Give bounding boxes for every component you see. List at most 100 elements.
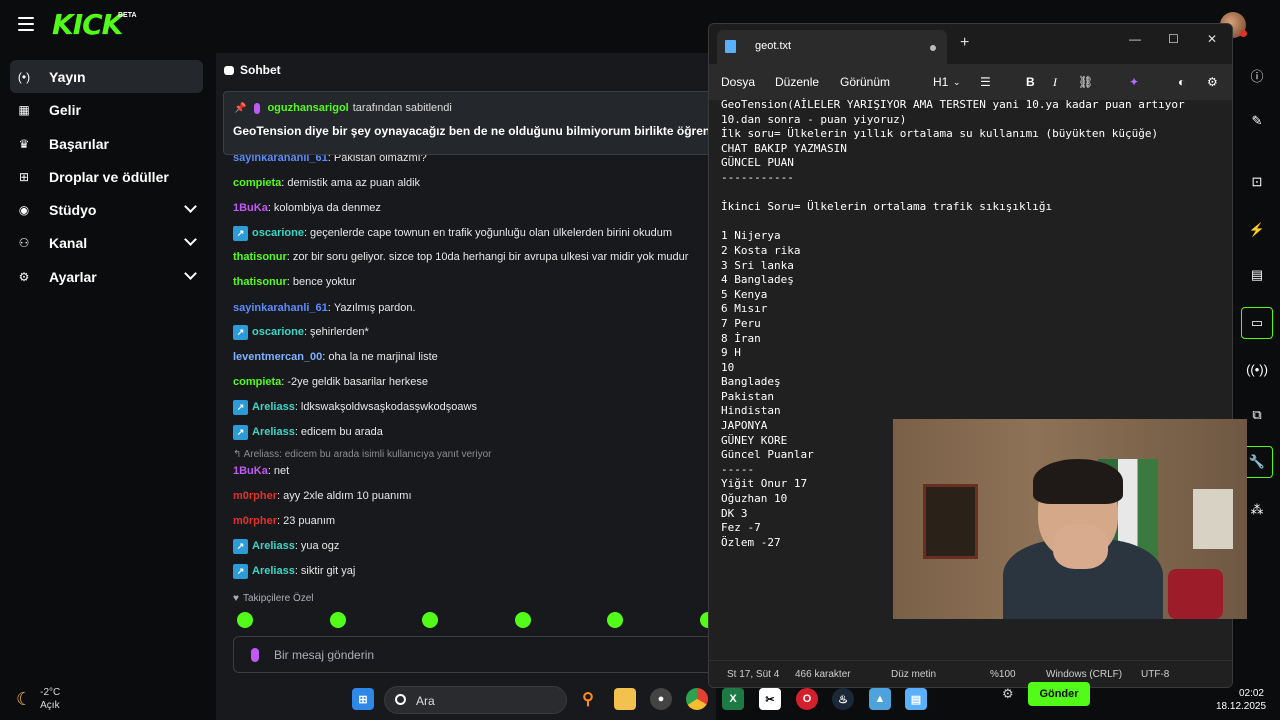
chat-username[interactable]: Areliass bbox=[252, 540, 295, 552]
notepad-taskbar-icon[interactable]: ▤ bbox=[905, 688, 927, 710]
steam-icon[interactable]: ♨ bbox=[832, 688, 854, 710]
chat-username[interactable]: 1BuKa bbox=[233, 202, 268, 214]
send-button[interactable]: Gönder bbox=[1028, 682, 1090, 706]
weather-widget[interactable]: ☾ -2°C Açık bbox=[16, 686, 60, 712]
screenshot-icon[interactable]: ⊡ bbox=[1241, 166, 1273, 198]
edit-icon[interactable]: ✎ bbox=[1241, 105, 1273, 137]
gear-icon[interactable]: ⚙ bbox=[1002, 686, 1014, 702]
chat-username[interactable]: sayinkarahanli_61 bbox=[233, 302, 328, 314]
chat-message[interactable]: ↗ oscarione: şehirlerden* bbox=[233, 324, 369, 340]
chat-message[interactable]: thatisonur: zor bir soru geliyor. sizce t… bbox=[233, 249, 688, 265]
minimize-button[interactable]: — bbox=[1129, 32, 1141, 46]
chat-message[interactable]: compieta: -2ye geldik basarilar herkese bbox=[233, 374, 428, 390]
menu-duzenle[interactable]: Düzenle bbox=[775, 75, 819, 89]
bold-icon[interactable]: B bbox=[1026, 75, 1035, 89]
sidebar-item-yayin[interactable]: (•) Yayın bbox=[10, 60, 203, 93]
sidebar-item-studyo[interactable]: ◉ Stüdyo bbox=[10, 193, 203, 226]
subscriber-badge-icon[interactable]: ↗ bbox=[233, 424, 248, 440]
sidebar-item-gelir[interactable]: ▦ Gelir bbox=[10, 93, 203, 126]
chat-username[interactable]: thatisonur bbox=[233, 276, 287, 288]
magnifier-app-icon[interactable]: ⚲ bbox=[577, 688, 599, 710]
info-icon[interactable]: ⓘ bbox=[1241, 59, 1273, 91]
menu-gorunum[interactable]: Görünüm bbox=[840, 75, 890, 89]
taskbar-search[interactable]: Ara bbox=[384, 686, 567, 714]
windows-start-icon[interactable]: ⊞ bbox=[352, 688, 374, 710]
chat-message[interactable]: leventmercan_00: oha la ne marjinal liste bbox=[233, 349, 438, 365]
encoding[interactable]: UTF-8 bbox=[1141, 669, 1169, 680]
chat-message[interactable]: ↗ Areliass: edicem bu arada bbox=[233, 424, 383, 440]
signal-icon[interactable]: ((•)) bbox=[1241, 353, 1273, 385]
chat-message-input[interactable] bbox=[274, 645, 674, 665]
chat-message[interactable]: thatisonur: bence yoktur bbox=[233, 274, 356, 290]
file-explorer-icon[interactable] bbox=[614, 688, 636, 710]
capcut-icon[interactable]: ✂ bbox=[759, 688, 781, 710]
chrome-icon[interactable] bbox=[686, 688, 708, 710]
chat-username[interactable]: oscarione bbox=[252, 326, 304, 338]
menu-dosya[interactable]: Dosya bbox=[721, 75, 755, 89]
chat-username[interactable]: Areliass bbox=[252, 565, 295, 577]
emote-4[interactable] bbox=[515, 612, 531, 628]
sidebar-item-ayarlar[interactable]: ⚙ Ayarlar bbox=[10, 260, 203, 293]
chat-username[interactable]: thatisonur bbox=[233, 251, 287, 263]
sidebar-item-droplar[interactable]: ⊞ Droplar ve ödüller bbox=[10, 160, 203, 193]
chat-username[interactable]: Areliass bbox=[252, 401, 295, 413]
chat-username[interactable]: m0rpher bbox=[233, 490, 277, 502]
subscriber-badge-icon[interactable]: ↗ bbox=[233, 225, 248, 241]
kick-logo[interactable]: KICK bbox=[52, 8, 123, 41]
account-icon[interactable]: ◐ bbox=[1178, 75, 1185, 89]
chat-username[interactable]: 1BuKa bbox=[233, 465, 268, 477]
copilot-icon[interactable]: ✦ bbox=[1129, 75, 1139, 89]
link-icon[interactable]: ⛓ bbox=[1078, 75, 1093, 89]
chat-message[interactable]: ↗ Areliass: yua ogz bbox=[233, 538, 339, 554]
chat-username[interactable]: m0rpher bbox=[233, 515, 277, 527]
chat-message[interactable]: compieta: demistik ama az puan aldik bbox=[233, 175, 420, 191]
subscriber-badge-icon[interactable]: ↗ bbox=[233, 324, 248, 340]
chat-username[interactable]: oscarione bbox=[252, 227, 304, 239]
subscriber-badge-icon[interactable]: ↗ bbox=[233, 538, 248, 554]
notepad-tab[interactable]: geot.txt bbox=[717, 30, 947, 64]
photos-icon[interactable]: ▲ bbox=[869, 688, 891, 710]
pinned-by-user[interactable]: oguzhansarigol bbox=[267, 102, 348, 114]
sidebar-item-kanal[interactable]: ⚇ Kanal bbox=[10, 226, 203, 259]
chat-message[interactable]: ↗ Areliass: siktir git yaj bbox=[233, 563, 355, 579]
chat-message[interactable]: m0rpher: ayy 2xle aldım 10 puanımı bbox=[233, 488, 412, 504]
settings-icon[interactable]: ⚙ bbox=[1207, 75, 1218, 89]
mic-icon[interactable] bbox=[251, 648, 259, 662]
unsaved-dot-icon[interactable] bbox=[930, 45, 936, 51]
lightning-icon[interactable]: ⚡ bbox=[1241, 214, 1273, 246]
close-button[interactable]: ✕ bbox=[1207, 32, 1217, 46]
chat-username[interactable]: compieta bbox=[233, 177, 281, 189]
chat-username[interactable]: compieta bbox=[233, 376, 281, 388]
subscriber-badge-icon[interactable]: ↗ bbox=[233, 399, 248, 415]
menu-icon[interactable] bbox=[18, 17, 34, 31]
pinned-message[interactable]: 📌 oguzhansarigol tarafından sabitlendi G… bbox=[223, 91, 723, 155]
chat-message[interactable]: ↗ oscarione: geçenlerde cape townun en tra… bbox=[233, 225, 672, 241]
chat-message[interactable]: m0rpher:23 puanım bbox=[233, 513, 335, 529]
emote-3[interactable] bbox=[422, 612, 438, 628]
chevron-down-icon[interactable]: ⌄ bbox=[953, 77, 961, 88]
subscriber-badge-icon[interactable]: ↗ bbox=[233, 563, 248, 579]
emote-1[interactable] bbox=[237, 612, 253, 628]
chat-message[interactable]: 1BuKa: kolombiya da denmez bbox=[233, 200, 381, 216]
chat-icon[interactable]: ▭ bbox=[1241, 307, 1273, 339]
chat-username[interactable]: Areliass bbox=[252, 426, 295, 438]
notes-icon[interactable]: ▤ bbox=[1241, 259, 1273, 291]
emote-2[interactable] bbox=[330, 612, 346, 628]
new-tab-button[interactable]: + bbox=[960, 34, 969, 52]
excel-icon[interactable]: X bbox=[722, 688, 744, 710]
obs-icon[interactable]: ● bbox=[650, 688, 672, 710]
chat-message[interactable]: 1BuKa: net bbox=[233, 463, 289, 479]
emote-5[interactable] bbox=[607, 612, 623, 628]
list-icon[interactable]: ☰ bbox=[980, 75, 991, 89]
chat-input-box[interactable] bbox=[233, 636, 723, 673]
line-ending[interactable]: Windows (CRLF) bbox=[1046, 669, 1122, 680]
chat-username[interactable]: leventmercan_00 bbox=[233, 351, 322, 363]
maximize-button[interactable]: ☐ bbox=[1168, 32, 1179, 46]
chat-message[interactable]: sayinkarahanli_61: Yazılmış pardon. bbox=[233, 300, 416, 316]
italic-icon[interactable]: I bbox=[1053, 75, 1057, 90]
taskbar-clock[interactable]: 02:02 18.12.2025 bbox=[1216, 687, 1266, 713]
sidebar-item-basarilar[interactable]: ♛ Başarılar bbox=[10, 127, 203, 160]
zoom-level[interactable]: %100 bbox=[990, 669, 1016, 680]
opera-icon[interactable]: O bbox=[796, 688, 818, 710]
chat-message[interactable]: ↗ Areliass: ldkswakşoldwsaşkodasşwkodşoaws bbox=[233, 399, 477, 415]
